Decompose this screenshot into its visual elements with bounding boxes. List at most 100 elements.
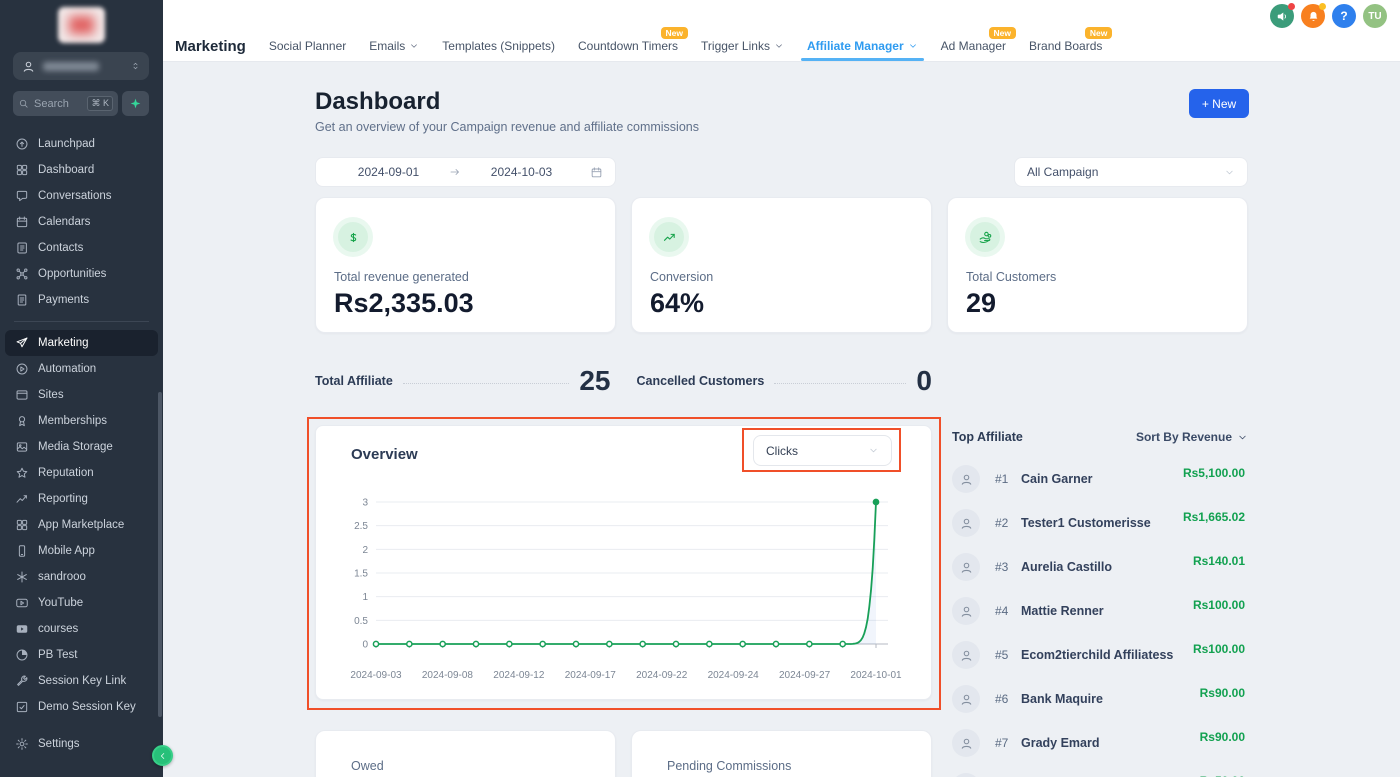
affiliate-row[interactable]: #2 Tester1 Customerisse Rs1,665.02	[952, 503, 1248, 547]
pb-test-icon	[15, 648, 29, 662]
affiliate-list: #1 Cain Garner Rs5,100.00 #2 Tester1 Cus…	[952, 459, 1248, 777]
affiliate-avatar	[952, 465, 980, 493]
sidebar-item-media-storage[interactable]: Media Storage	[0, 434, 163, 460]
metric-select[interactable]: Clicks	[753, 435, 892, 466]
stat-icon-circle	[338, 222, 368, 252]
tab-brand-boards[interactable]: Brand Boards New	[1029, 31, 1102, 61]
account-name-blurred	[43, 62, 99, 71]
summary-row: Total Affiliate 25 Cancelled Customers 0	[315, 365, 932, 397]
sidebar-item-pb-test[interactable]: PB Test	[0, 642, 163, 668]
affiliate-row[interactable]: #3 Aurelia Castillo Rs140.01	[952, 547, 1248, 591]
user-icon	[959, 648, 974, 663]
sidebar-item-youtube[interactable]: YouTube	[0, 590, 163, 616]
sidebar-item-courses[interactable]: courses	[0, 616, 163, 642]
sidebar-item-label: Mobile App	[38, 545, 95, 557]
sidebar-item-marketing[interactable]: Marketing	[5, 330, 158, 356]
tab-ad-manager[interactable]: Ad Manager New	[941, 31, 1006, 61]
sidebar-item-conversations[interactable]: Conversations	[0, 183, 163, 209]
summary-label: Total Affiliate	[315, 374, 393, 388]
affiliate-amount: Rs1,665.02	[1183, 510, 1245, 524]
affiliate-row[interactable]: #4 Mattie Renner Rs100.00	[952, 591, 1248, 635]
ai-spark-button[interactable]	[122, 91, 149, 116]
sidebar-item-label: PB Test	[38, 649, 77, 661]
search-icon	[18, 98, 29, 109]
sidebar-item-sites[interactable]: Sites	[0, 382, 163, 408]
card-pending-commissions: Pending Commissions 80	[631, 730, 932, 777]
dollar-icon	[346, 230, 361, 245]
new-badge: New	[661, 27, 688, 39]
sidebar-item-demo-session-key[interactable]: Demo Session Key	[0, 694, 163, 720]
affiliate-name: Mattie Renner	[1021, 604, 1104, 618]
opportunities-icon	[15, 267, 29, 281]
sidebar-item-label: Payments	[38, 294, 89, 306]
tab-label: Templates (Snippets)	[442, 39, 555, 53]
stat-value: Rs2,335.03	[334, 288, 597, 319]
notifications-button[interactable]	[1301, 4, 1325, 28]
user-icon	[959, 516, 974, 531]
sidebar-item-opportunities[interactable]: Opportunities	[0, 261, 163, 287]
sidebar-scrollbar[interactable]	[158, 392, 162, 717]
sidebar-item-mobile-app[interactable]: Mobile App	[0, 538, 163, 564]
tab-affiliate-manager[interactable]: Affiliate Manager	[807, 31, 918, 61]
new-badge: New	[989, 27, 1016, 39]
search-placeholder: Search	[34, 98, 82, 110]
new-button[interactable]: + New	[1189, 89, 1249, 118]
tab-templates-snippets[interactable]: Templates (Snippets)	[442, 31, 555, 61]
tab-countdown-timers[interactable]: Countdown Timers New	[578, 31, 678, 61]
affiliate-row[interactable]: #5 Ecom2tierchild Affiliatess Rs100.00	[952, 635, 1248, 679]
sidebar-item-reputation[interactable]: Reputation	[0, 460, 163, 486]
marketing-icon	[15, 336, 29, 350]
sidebar-item-label: Calendars	[38, 216, 90, 228]
tab-social-planner[interactable]: Social Planner	[269, 31, 346, 61]
affiliate-rank: #4	[995, 604, 1008, 618]
sidebar-item-app-marketplace[interactable]: App Marketplace	[0, 512, 163, 538]
user-icon	[959, 736, 974, 751]
svg-text:2024-09-24: 2024-09-24	[708, 670, 760, 681]
search-input[interactable]: Search ⌘ K	[13, 91, 118, 116]
help-button[interactable]: ?	[1332, 4, 1356, 28]
sidebar-item-memberships[interactable]: Memberships	[0, 408, 163, 434]
sidebar-item-label: Reporting	[38, 493, 88, 505]
affiliate-row[interactable]: #8 Rs50.00	[952, 767, 1248, 777]
date-start: 2024-09-01	[328, 165, 449, 179]
page-title: Dashboard	[315, 88, 440, 116]
sidebar-item-launchpad[interactable]: Launchpad	[0, 131, 163, 157]
stat-value: 64%	[650, 288, 913, 319]
affiliate-row[interactable]: #6 Bank Maquire Rs90.00	[952, 679, 1248, 723]
date-range-picker[interactable]: 2024-09-01 2024-10-03	[315, 157, 616, 187]
chevron-down-icon	[774, 41, 784, 51]
sidebar-item-reporting[interactable]: Reporting	[0, 486, 163, 512]
svg-text:2024-09-27: 2024-09-27	[779, 670, 831, 681]
sidebar-item-session-key-link[interactable]: Session Key Link	[0, 668, 163, 694]
sidebar-item-label: Conversations	[38, 190, 112, 202]
affiliate-rank: #5	[995, 648, 1008, 662]
affiliate-row[interactable]: #7 Grady Emard Rs90.00	[952, 723, 1248, 767]
hand-coins-icon	[978, 230, 993, 245]
mobile-app-icon	[15, 544, 29, 558]
affiliate-rank: #1	[995, 472, 1008, 486]
sidebar-item-calendars[interactable]: Calendars	[0, 209, 163, 235]
svg-text:3: 3	[362, 498, 368, 509]
account-switcher[interactable]	[13, 52, 149, 80]
sidebar-item-contacts[interactable]: Contacts	[0, 235, 163, 261]
sidebar-item-settings[interactable]: Settings	[0, 731, 163, 757]
svg-text:2.5: 2.5	[354, 521, 368, 532]
avatar[interactable]: TU	[1363, 4, 1387, 28]
sidebar-item-automation[interactable]: Automation	[0, 356, 163, 382]
tab-trigger-links[interactable]: Trigger Links	[701, 31, 784, 61]
sort-by-revenue-dropdown[interactable]: Sort By Revenue	[1136, 430, 1248, 444]
sidebar-item-sandrooo[interactable]: sandrooo	[0, 564, 163, 590]
tab-label: Trigger Links	[701, 39, 770, 53]
agency-logo-mark	[69, 16, 94, 34]
affiliate-row[interactable]: #1 Cain Garner Rs5,100.00	[952, 459, 1248, 503]
sidebar-item-dashboard[interactable]: Dashboard	[0, 157, 163, 183]
affiliate-rank: #3	[995, 560, 1008, 574]
announcements-button[interactable]	[1270, 4, 1294, 28]
sidebar-collapse-button[interactable]	[152, 745, 173, 766]
tab-emails[interactable]: Emails	[369, 31, 419, 61]
automation-icon	[15, 362, 29, 376]
sidebar-item-payments[interactable]: Payments	[0, 287, 163, 313]
sidebar-item-label: App Marketplace	[38, 519, 124, 531]
campaign-select[interactable]: All Campaign	[1014, 157, 1248, 187]
app-marketplace-icon	[15, 518, 29, 532]
